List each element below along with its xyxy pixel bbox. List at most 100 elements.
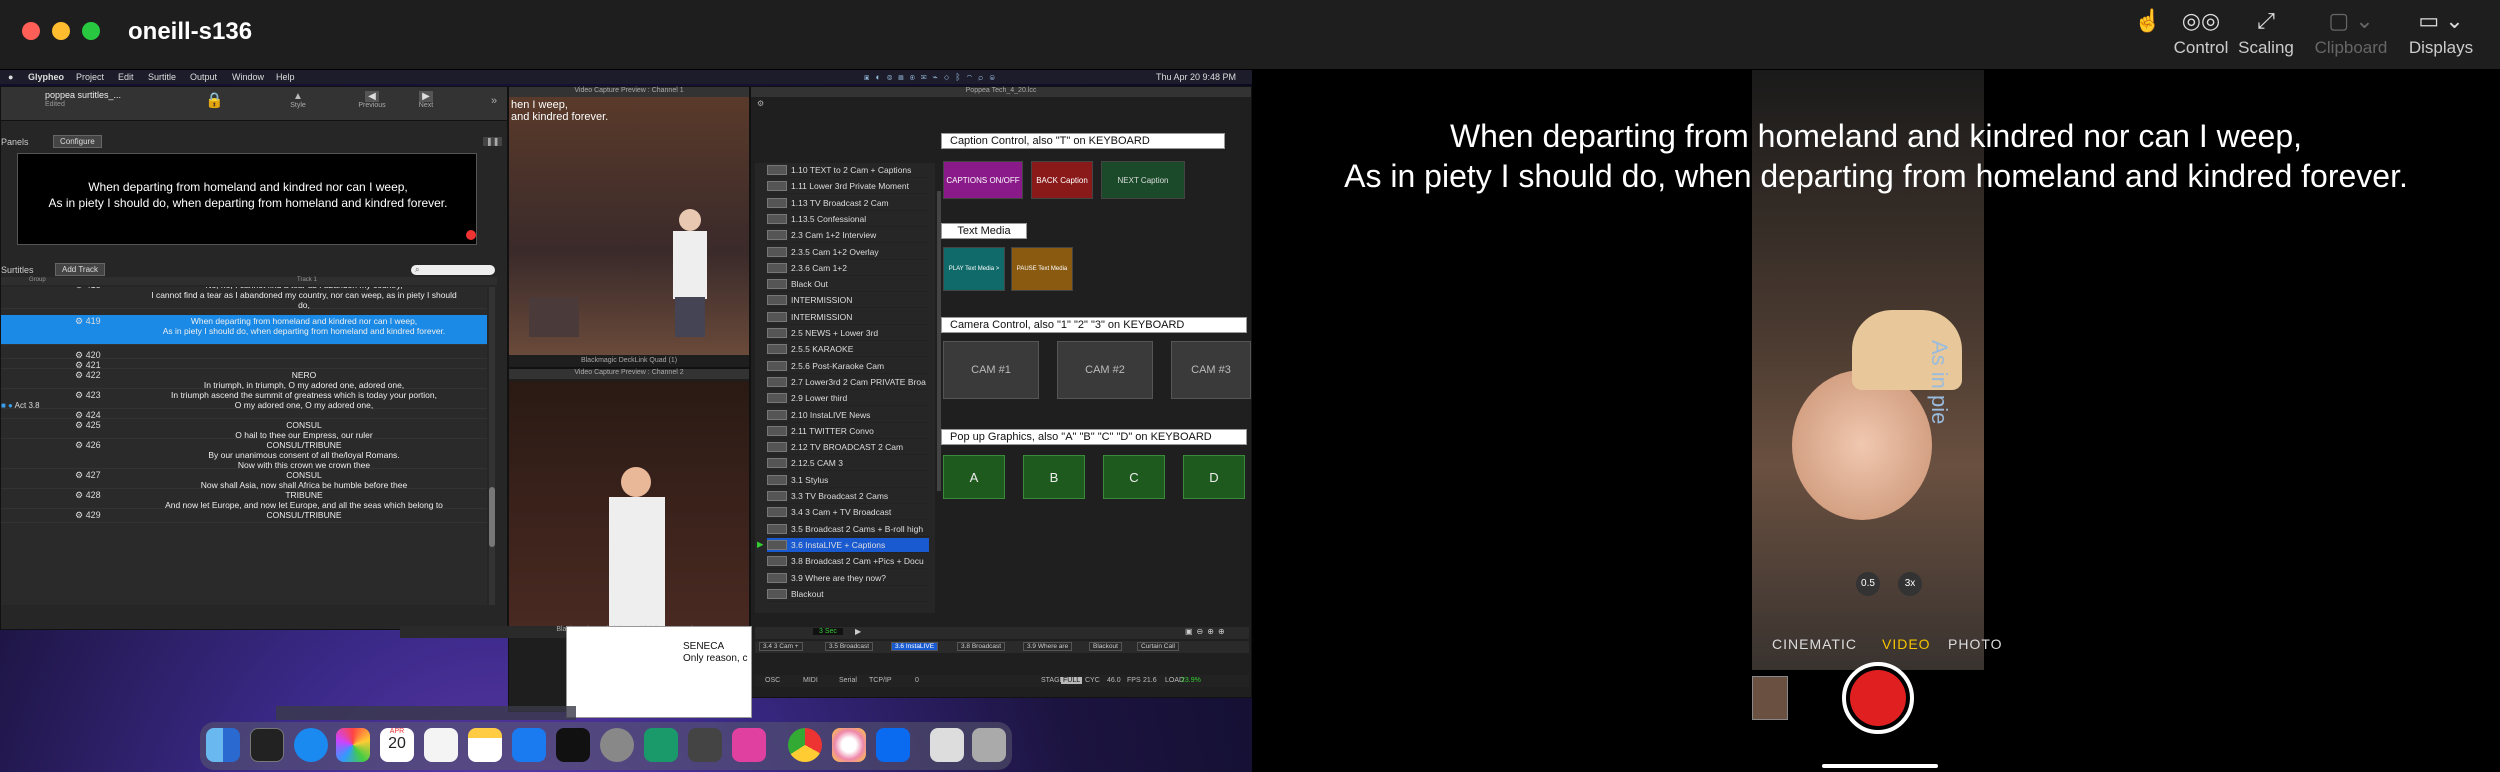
- mode-photo[interactable]: PHOTO: [1948, 636, 2003, 652]
- launchpad-icon[interactable]: [336, 728, 370, 762]
- expand-icon[interactable]: »: [491, 95, 497, 107]
- pause-icon[interactable]: ❚❚: [483, 137, 503, 146]
- cue-tab[interactable]: Curtain Call: [1137, 642, 1179, 651]
- cue-row[interactable]: Blackout: [767, 587, 929, 602]
- cue-row[interactable]: 3.5 Broadcast 2 Cams + B-roll high: [767, 522, 929, 537]
- cue-tab[interactable]: 3.5 Broadcast: [825, 642, 874, 651]
- surtitle-row[interactable]: ⚙ 419 When departing from homeland and ki…: [1, 315, 487, 345]
- scaling-button[interactable]: ⤢ Scaling: [2222, 8, 2310, 58]
- mode-video[interactable]: VIDEO: [1882, 636, 1931, 652]
- cam-2-button[interactable]: CAM #2: [1057, 341, 1153, 399]
- screenshot-icon[interactable]: [688, 728, 722, 762]
- play-text-media-button[interactable]: PLAY Text Media >: [943, 247, 1005, 291]
- isadora-icon[interactable]: [732, 728, 766, 762]
- mode-cinematic[interactable]: CINEMATIC: [1772, 636, 1857, 652]
- popup-a-button[interactable]: A: [943, 455, 1005, 499]
- pause-text-media-button[interactable]: PAUSE Text Media: [1011, 247, 1073, 291]
- surtitle-row[interactable]: ⚙ 426 CONSUL/TRIBUNE By our unanimous cons…: [1, 439, 487, 470]
- trash-icon[interactable]: [972, 728, 1006, 762]
- popup-d-button[interactable]: D: [1183, 455, 1245, 499]
- menu-help[interactable]: Help: [276, 72, 295, 82]
- cue-tab[interactable]: 3.9 Where are: [1023, 642, 1073, 651]
- popup-b-button[interactable]: B: [1023, 455, 1085, 499]
- cue-row[interactable]: INTERMISSION: [767, 293, 929, 309]
- cue-row[interactable]: 3.8 Broadcast 2 Cam +Pics + Docu: [767, 554, 929, 570]
- menubar-clock[interactable]: Thu Apr 20 9:48 PM: [1156, 72, 1236, 82]
- calendar-icon[interactable]: APR 20: [380, 728, 414, 762]
- cue-row[interactable]: 2.3.5 Cam 1+2 Overlay: [767, 245, 929, 260]
- displays-button[interactable]: ▭ ⌄ Displays: [2396, 8, 2486, 58]
- style-button[interactable]: ▲ Style: [285, 91, 311, 109]
- zoom-0-5-button[interactable]: 0.5: [1856, 572, 1880, 596]
- surtitle-row[interactable]: ⚙ 418 No, no, I cannot find a tear as I a…: [1, 287, 487, 310]
- glypheo-app-icon[interactable]: [250, 728, 284, 762]
- cue-row[interactable]: 2.12 TV BROADCAST 2 Cam: [767, 440, 929, 456]
- cue-tab[interactable]: 3.6 InstaLIVE: [891, 642, 939, 651]
- zoom-3x-button[interactable]: 3x: [1898, 572, 1922, 596]
- cue-row[interactable]: 3.6 InstaLIVE + Captions ▶: [757, 537, 929, 553]
- cue-row[interactable]: 3.4 3 Cam + TV Broadcast: [767, 505, 929, 521]
- cue-row[interactable]: 1.10 TEXT to 2 Cam + Captions: [767, 163, 929, 178]
- popup-c-button[interactable]: C: [1103, 455, 1165, 499]
- menu-surtitle[interactable]: Surtitle: [148, 72, 176, 82]
- notes-icon[interactable]: [468, 728, 502, 762]
- cue-row[interactable]: 1.13 TV Broadcast 2 Cam: [767, 196, 929, 211]
- cue-row[interactable]: 2.10 InstaLIVE News: [767, 408, 929, 423]
- cue-row[interactable]: 2.9 Lower third: [767, 391, 929, 407]
- surtitle-row[interactable]: ⚙ 424: [1, 409, 487, 420]
- menu-app[interactable]: Glypheo: [28, 72, 64, 82]
- back-caption-button[interactable]: BACK Caption: [1031, 161, 1093, 199]
- next-button[interactable]: ▶ Next: [411, 91, 441, 109]
- captions-toggle-button[interactable]: CAPTIONS ON/OFF: [943, 161, 1023, 199]
- finder-icon[interactable]: [206, 728, 240, 762]
- clipboard-button[interactable]: ▢ ⌄ Clipboard: [2306, 8, 2396, 58]
- surtitle-row[interactable]: ⚙ 429 CONSUL/TRIBUNE: [1, 509, 487, 523]
- apple-tv-icon[interactable]: [556, 728, 590, 762]
- play-icon[interactable]: ▶: [855, 627, 861, 636]
- cue-settings-icon[interactable]: ⚙: [757, 99, 764, 108]
- cam-1-button[interactable]: CAM #1: [943, 341, 1039, 399]
- surtitle-scrollbar[interactable]: [489, 287, 495, 605]
- previous-button[interactable]: ◀ Previous: [357, 91, 387, 109]
- apple-icon[interactable]: ●: [8, 72, 13, 82]
- cam-3-button[interactable]: CAM #3: [1171, 341, 1251, 399]
- surtitle-row[interactable]: ⚙ 423 In triumph ascend the summit of gre…: [1, 389, 487, 410]
- cue-tab[interactable]: Blackout: [1089, 642, 1122, 651]
- cue-row[interactable]: 3.3 TV Broadcast 2 Cams: [767, 489, 929, 504]
- menu-window[interactable]: Window: [232, 72, 264, 82]
- cue-tab[interactable]: 3.4 3 Cam +: [759, 642, 803, 651]
- cue-row[interactable]: 3.9 Where are they now?: [767, 571, 929, 586]
- menu-edit[interactable]: Edit: [118, 72, 134, 82]
- reminders-icon[interactable]: [424, 728, 458, 762]
- cue-row[interactable]: 2.5.6 Post-Karaoke Cam: [767, 359, 929, 374]
- cue-row[interactable]: INTERMISSION: [767, 310, 929, 325]
- cue-row[interactable]: 1.11 Lower 3rd Private Moment: [767, 179, 929, 195]
- surtitle-row[interactable]: ⚙ 420: [1, 349, 487, 360]
- cue-row[interactable]: 2.5.5 KARAOKE: [767, 342, 929, 358]
- cue-row[interactable]: 2.7 Lower3rd 2 Cam PRIVATE Broa: [767, 375, 929, 390]
- configure-button[interactable]: Configure: [53, 135, 102, 148]
- system-settings-icon[interactable]: [600, 728, 634, 762]
- cue-tab[interactable]: 3.8 Broadcast: [957, 642, 1006, 651]
- close-window-button[interactable]: [22, 22, 40, 40]
- zoom-icons[interactable]: ▣⊖⊕⊕: [1185, 627, 1229, 636]
- dropbox-icon[interactable]: [876, 728, 910, 762]
- cue-row[interactable]: Black Out: [767, 277, 929, 293]
- cue-row[interactable]: 2.11 TWITTER Convo: [767, 424, 929, 439]
- menu-project[interactable]: Project: [76, 72, 104, 82]
- hand-pointer-icon[interactable]: ☝: [2134, 8, 2161, 38]
- chrome-icon[interactable]: [788, 728, 822, 762]
- cue-row[interactable]: 1.13.5 Confessional: [767, 212, 929, 227]
- zoom-window-button[interactable]: [82, 22, 100, 40]
- menu-output[interactable]: Output: [190, 72, 217, 82]
- surtitle-row[interactable]: ⚙ 428 TRIBUNE And now let Europe, and now …: [1, 489, 487, 510]
- safari-icon[interactable]: [294, 728, 328, 762]
- cue-row[interactable]: 2.12.5 CAM 3: [767, 456, 929, 472]
- cue-row[interactable]: 2.3 Cam 1+2 Interview: [767, 228, 929, 244]
- cue-row[interactable]: 2.5 NEWS + Lower 3rd: [767, 326, 929, 341]
- record-button[interactable]: [1842, 662, 1914, 734]
- cue-row[interactable]: 3.1 Stylus: [767, 473, 929, 488]
- keynote-icon[interactable]: [644, 728, 678, 762]
- next-caption-button[interactable]: NEXT Caption: [1101, 161, 1185, 199]
- status-icons[interactable]: ▣◐◎▤◉✉⌁◇ᛒ◠⌕⊜: [864, 72, 1001, 83]
